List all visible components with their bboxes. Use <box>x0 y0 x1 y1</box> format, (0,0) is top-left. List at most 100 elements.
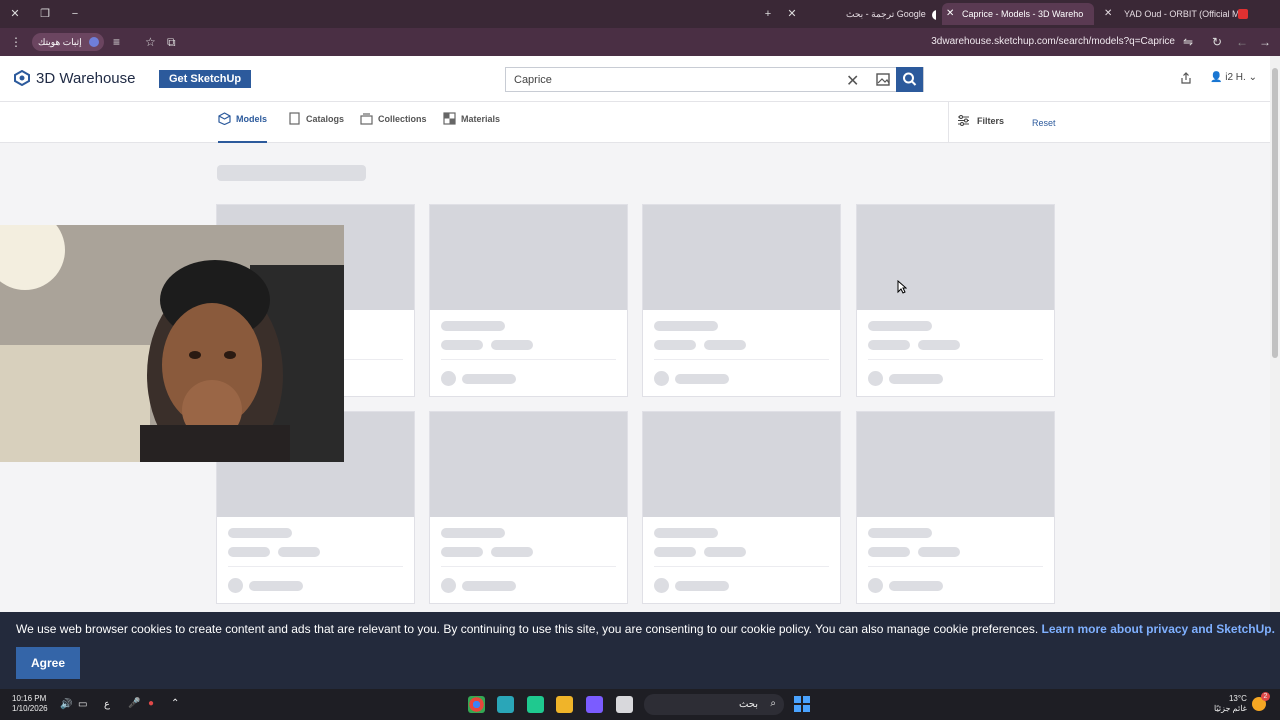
sliders-icon <box>958 115 969 126</box>
tab-youtube[interactable]: ✕ YAD Oud - ORBIT (Official M <box>1100 3 1260 25</box>
temperature: 13°C <box>1228 694 1247 703</box>
app-taskbar-icon[interactable] <box>527 696 544 713</box>
network-icon[interactable]: ▭ <box>78 699 87 710</box>
site-header: 3D Warehouse Get SketchUp Caprice ✕ 👤 i2… <box>0 56 1270 102</box>
url-text[interactable]: 3dwarehouse.sketchup.com/search/models?q… <box>931 36 1175 47</box>
notification-icon[interactable]: 2 <box>1252 692 1270 711</box>
language-indicator[interactable]: ع <box>104 699 110 710</box>
search-button[interactable] <box>896 67 923 92</box>
divider <box>948 102 949 143</box>
taskbar: 10:16 PM 1/10/2026 🔊 ▭ ع 🎤 ● ⌃ بحث ⌕ 13°… <box>0 689 1280 720</box>
share-icon[interactable] <box>1180 72 1192 84</box>
meta-skeleton <box>918 340 960 350</box>
microphone-icon[interactable]: 🎤 <box>128 698 140 709</box>
app-taskbar-icon[interactable] <box>497 696 514 713</box>
close-tab-icon[interactable]: ✕ <box>785 7 799 21</box>
tab-collections[interactable]: Collections <box>360 113 427 143</box>
catalog-icon <box>289 112 300 125</box>
divider <box>654 566 829 567</box>
meta-skeleton <box>918 547 960 557</box>
chrome-taskbar-icon[interactable] <box>468 696 485 713</box>
bookmark-star-icon[interactable]: ☆ <box>145 35 156 49</box>
search-box: Caprice ✕ <box>505 67 924 92</box>
tab-materials[interactable]: Materials <box>443 112 500 143</box>
divider <box>441 359 616 360</box>
taskbar-search[interactable]: بحث ⌕ <box>644 694 784 715</box>
tab-google-translate[interactable]: ترجمة - بحث Google <box>838 3 936 25</box>
tab-title: Caprice - Models - 3D Wareho <box>962 9 1084 19</box>
webcam-video-image <box>0 225 344 462</box>
page-scrollbar[interactable] <box>1270 56 1280 616</box>
user-menu[interactable]: 👤 i2 H. ⌄ <box>1210 72 1257 83</box>
meta-skeleton <box>228 547 270 557</box>
minimize-window-icon[interactable]: − <box>68 7 82 21</box>
menu-icon[interactable]: ⋮ <box>10 35 22 49</box>
close-tab-icon[interactable]: ✕ <box>946 3 954 25</box>
chevron-up-icon[interactable]: ⌃ <box>171 698 179 709</box>
model-card-skeleton <box>429 204 628 397</box>
back-icon[interactable]: → <box>1259 35 1271 49</box>
restore-window-icon[interactable]: ❐ <box>38 7 52 21</box>
avatar-skeleton <box>228 578 243 593</box>
filters-button[interactable]: Filters <box>957 115 1005 126</box>
title-skeleton <box>654 528 718 538</box>
author-skeleton <box>675 581 729 591</box>
tab-models[interactable]: Models <box>218 112 268 143</box>
cookie-text: We use web browser cookies to create con… <box>16 622 1042 636</box>
browser-addressbar: ⋮ إثبات هويتك ≡ ☆ ⧉ 3dwarehouse.sketchup… <box>0 28 1280 56</box>
windows-start-icon[interactable] <box>794 696 810 712</box>
author-skeleton <box>462 374 516 384</box>
user-icon: 👤 <box>1210 72 1223 83</box>
filters-label: Filters <box>977 116 1005 126</box>
model-card-skeleton <box>642 204 841 397</box>
recording-icon[interactable]: ● <box>148 698 154 709</box>
search-input[interactable]: Caprice <box>514 74 552 86</box>
avatar-skeleton <box>654 371 669 386</box>
file-explorer-icon[interactable] <box>556 696 573 713</box>
privacy-link[interactable]: Learn more about privacy and SketchUp. <box>1042 622 1275 636</box>
tab-label: Catalogs <box>306 114 345 124</box>
close-window-icon[interactable]: ✕ <box>8 7 22 21</box>
close-tab-icon[interactable]: ✕ <box>1104 3 1112 25</box>
google-icon <box>932 9 936 20</box>
agree-button[interactable]: Agree <box>16 647 80 679</box>
divider <box>441 566 616 567</box>
tab-catalogs[interactable]: Catalogs <box>288 112 345 143</box>
logo[interactable]: 3D Warehouse <box>14 70 136 87</box>
reload-icon[interactable]: ↻ <box>1212 35 1222 49</box>
title-skeleton <box>441 321 505 331</box>
scrollbar-thumb[interactable] <box>1272 68 1278 358</box>
avatar-skeleton <box>654 578 669 593</box>
new-tab-icon[interactable]: + <box>761 7 775 21</box>
forward-icon[interactable]: ← <box>1236 35 1248 49</box>
weather-widget[interactable]: 13°C غائم جزئيًا <box>1214 694 1247 714</box>
clear-search-icon[interactable]: ✕ <box>846 71 859 91</box>
extension-icon[interactable]: ⧉ <box>167 35 176 50</box>
meta-skeleton <box>704 547 746 557</box>
thumbnail-skeleton <box>430 205 627 310</box>
get-sketchup-button[interactable]: Get SketchUp <box>159 70 252 88</box>
divider <box>868 566 1043 567</box>
verify-identity-pill[interactable]: إثبات هويتك <box>32 33 104 51</box>
meta-skeleton <box>278 547 320 557</box>
reading-list-icon[interactable]: ≡ <box>113 35 120 49</box>
tab-3d-warehouse[interactable]: ✕ Caprice - Models - 3D Wareho <box>942 3 1094 25</box>
avatar-skeleton <box>441 371 456 386</box>
meta-skeleton <box>868 547 910 557</box>
collection-icon <box>360 113 373 125</box>
reset-link[interactable]: Reset <box>1032 118 1056 128</box>
model-card-skeleton <box>856 204 1055 397</box>
divider <box>228 566 403 567</box>
model-card-skeleton <box>429 411 628 604</box>
image-search-icon[interactable] <box>870 68 896 91</box>
site-settings-icon[interactable]: ⇋ <box>1183 35 1193 49</box>
app-taskbar-icon[interactable] <box>616 696 633 713</box>
tab-title: ترجمة - بحث Google <box>846 9 926 19</box>
meta-skeleton <box>491 340 533 350</box>
tab-label: Models <box>236 114 268 124</box>
volume-icon[interactable]: 🔊 <box>60 699 72 710</box>
clock[interactable]: 10:16 PM 1/10/2026 <box>12 694 48 714</box>
discord-icon[interactable] <box>586 696 603 713</box>
avatar-skeleton <box>868 578 883 593</box>
tab-label: Collections <box>378 114 427 124</box>
